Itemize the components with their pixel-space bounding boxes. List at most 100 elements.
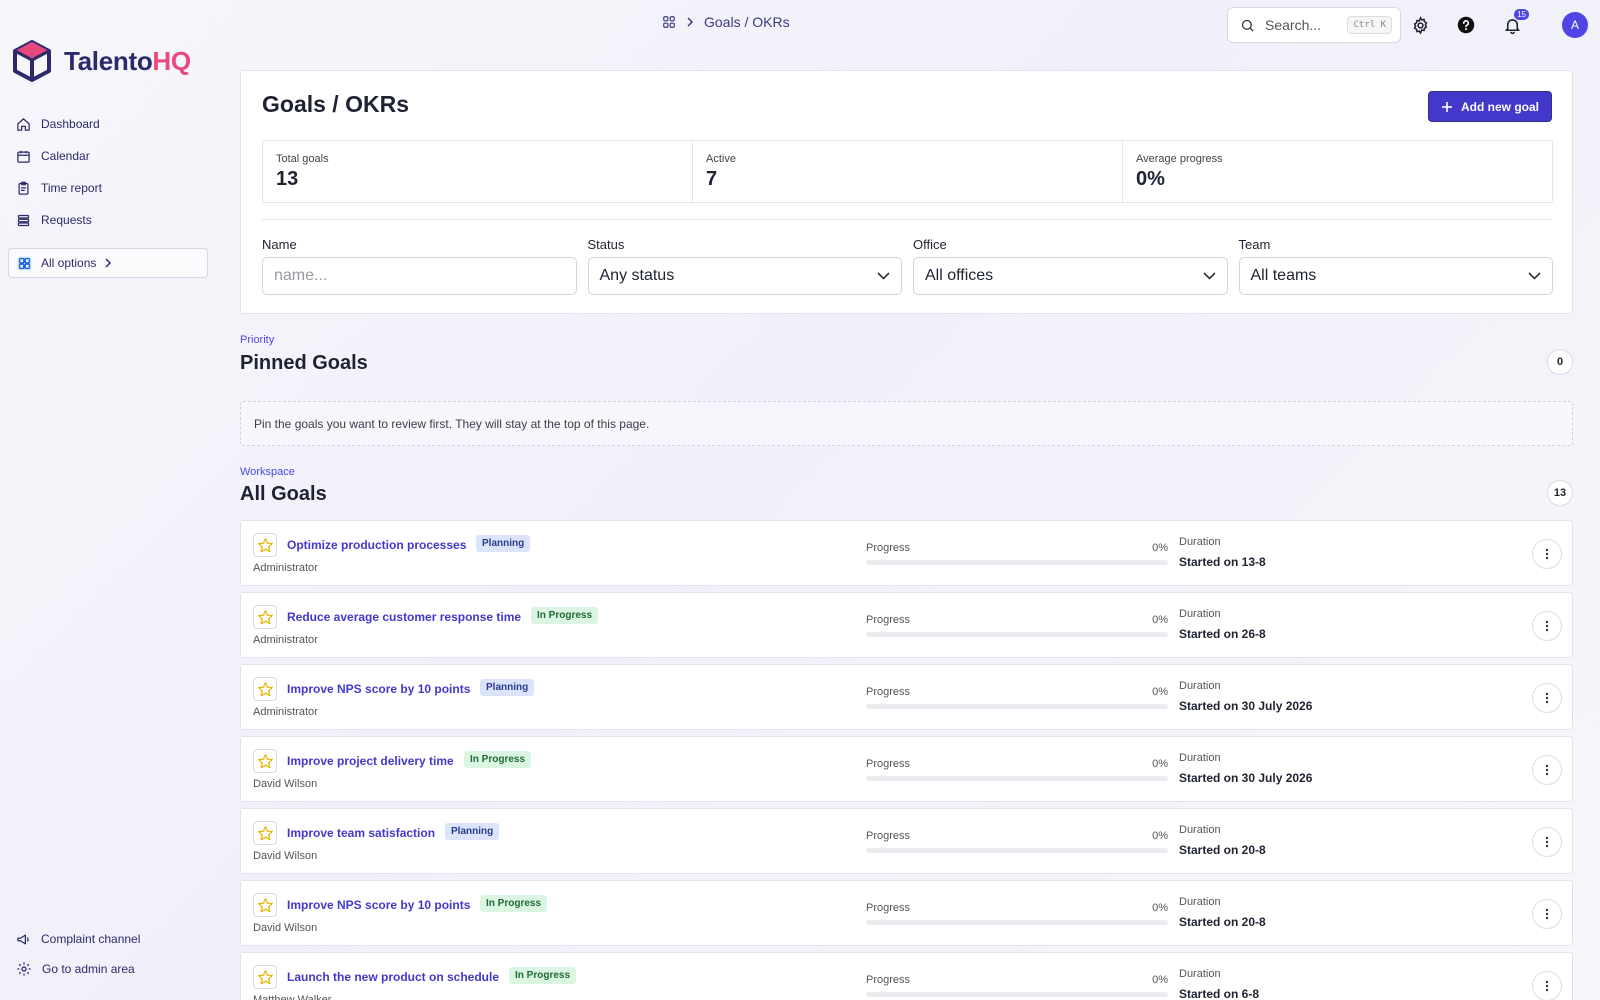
goal-row[interactable]: Improve NPS score by 10 points Planning Ad… xyxy=(240,664,1573,730)
goal-menu-button[interactable] xyxy=(1532,683,1562,713)
star-icon xyxy=(257,609,273,624)
pin-goal-button[interactable] xyxy=(253,821,277,845)
goal-name-link[interactable]: Optimize production processes xyxy=(287,538,466,552)
duration-label: Duration xyxy=(1179,536,1221,548)
all-goals-count-badge: 13 xyxy=(1547,480,1573,506)
sidebar-item-time-report[interactable]: Time report xyxy=(8,172,208,204)
add-new-goal-button[interactable]: Add new goal xyxy=(1428,91,1552,122)
pin-goal-button[interactable] xyxy=(253,533,277,557)
team-select[interactable]: All teams xyxy=(1238,257,1553,295)
star-icon xyxy=(257,537,273,552)
divider xyxy=(262,219,1553,220)
search-input[interactable]: Search... Ctrl K xyxy=(1227,7,1401,43)
goal-name-link[interactable]: Improve project delivery time xyxy=(287,754,454,768)
goal-row[interactable]: Launch the new product on schedule In Pro… xyxy=(240,952,1573,1000)
search-icon xyxy=(1241,19,1254,32)
duration-label: Duration xyxy=(1179,896,1221,908)
progress-bar xyxy=(866,992,1168,997)
duration-value: Started on 13-8 xyxy=(1179,555,1266,569)
goal-menu-button[interactable] xyxy=(1532,539,1562,569)
help-button[interactable] xyxy=(1453,12,1479,38)
admin-area-link[interactable]: Go to admin area xyxy=(8,954,208,984)
plus-icon xyxy=(1442,101,1452,112)
more-vertical-icon xyxy=(1545,836,1549,848)
avatar[interactable]: A xyxy=(1562,12,1588,38)
pin-goal-button[interactable] xyxy=(253,893,277,917)
calendar-icon xyxy=(17,150,30,163)
goal-menu-button[interactable] xyxy=(1532,899,1562,929)
goal-menu-button[interactable] xyxy=(1532,755,1562,785)
goal-menu-button[interactable] xyxy=(1532,971,1562,1000)
status-select-value: Any status xyxy=(599,267,675,284)
goal-row[interactable]: Optimize production processes Planning Adm… xyxy=(240,520,1573,586)
progress-bar xyxy=(866,632,1168,637)
goal-row[interactable]: Improve project delivery time In Progress… xyxy=(240,736,1573,802)
sidebar-item-requests[interactable]: Requests xyxy=(8,204,208,236)
status-filter: Status Any status xyxy=(587,237,902,295)
goal-name-link[interactable]: Reduce average customer response time xyxy=(287,610,521,624)
status-select[interactable]: Any status xyxy=(587,257,902,295)
chevron-right-icon xyxy=(687,17,694,27)
pin-goal-button[interactable] xyxy=(253,677,277,701)
goal-menu-button[interactable] xyxy=(1532,611,1562,641)
sidebar-item-calendar[interactable]: Calendar xyxy=(8,140,208,172)
status-badge: In Progress xyxy=(480,895,548,912)
progress-percent: 0% xyxy=(1152,758,1168,770)
complaint-channel-link[interactable]: Complaint channel xyxy=(8,924,208,954)
stat-active: Active 7 xyxy=(693,141,1123,202)
goal-row[interactable]: Improve NPS score by 10 points In Progres… xyxy=(240,880,1573,946)
goal-owner: Matthew Walker xyxy=(253,994,332,1000)
breadcrumb-current[interactable]: Goals / OKRs xyxy=(704,14,790,30)
notifications-button[interactable]: 15 xyxy=(1499,9,1529,38)
pinned-goals-title: Pinned Goals xyxy=(240,352,368,374)
goal-name-link[interactable]: Improve NPS score by 10 points xyxy=(287,898,470,912)
stat-label: Active xyxy=(706,153,736,165)
pin-goal-button[interactable] xyxy=(253,605,277,629)
goal-name-link[interactable]: Launch the new product on schedule xyxy=(287,970,499,984)
star-icon xyxy=(257,681,273,696)
sidebar-item-label: Dashboard xyxy=(41,117,100,131)
stat-label: Total goals xyxy=(276,153,329,165)
all-goals-eyebrow: Workspace xyxy=(240,466,295,478)
status-badge: In Progress xyxy=(531,607,599,624)
progress-label: Progress xyxy=(866,614,911,626)
pin-goal-button[interactable] xyxy=(253,965,277,989)
brand-logo[interactable]: TalentoHQ xyxy=(12,40,191,82)
progress-label: Progress xyxy=(866,758,911,770)
gear-icon xyxy=(1413,15,1427,35)
search-placeholder: Search... xyxy=(1265,17,1322,33)
settings-button[interactable] xyxy=(1407,12,1433,38)
goal-owner: Administrator xyxy=(253,634,318,646)
goal-menu-button[interactable] xyxy=(1532,827,1562,857)
star-icon xyxy=(257,969,273,984)
duration-value: Started on 30 July 2026 xyxy=(1179,771,1313,785)
megaphone-icon xyxy=(17,934,29,944)
team-select-value: All teams xyxy=(1250,267,1317,284)
apps-grid-icon[interactable] xyxy=(662,15,676,29)
goal-row[interactable]: Improve team satisfaction Planning David W… xyxy=(240,808,1573,874)
duration-value: Started on 20-8 xyxy=(1179,843,1266,857)
progress-percent: 0% xyxy=(1152,902,1168,914)
star-icon xyxy=(257,825,273,840)
duration-label: Duration xyxy=(1179,608,1221,620)
sidebar-item-label: Time report xyxy=(41,181,102,195)
all-options-button[interactable]: All options xyxy=(8,248,208,278)
goal-name-link[interactable]: Improve NPS score by 10 points xyxy=(287,682,470,696)
sidebar-item-dashboard[interactable]: Dashboard xyxy=(8,108,208,140)
goal-owner: Administrator xyxy=(253,706,318,718)
goal-row[interactable]: Reduce average customer response time In … xyxy=(240,592,1573,658)
more-vertical-icon xyxy=(1545,548,1549,560)
complaint-channel-label: Complaint channel xyxy=(41,932,141,946)
clipboard-icon xyxy=(18,181,29,195)
add-new-goal-label: Add new goal xyxy=(1461,99,1539,114)
office-select[interactable]: All offices xyxy=(913,257,1228,295)
pinned-eyebrow: Priority xyxy=(240,334,275,346)
pin-goal-button[interactable] xyxy=(253,749,277,773)
progress-percent: 0% xyxy=(1152,830,1168,842)
top-bar: Goals / OKRs Search... Ctrl K 15 A xyxy=(215,0,1600,48)
home-icon xyxy=(17,117,30,131)
goal-name-link[interactable]: Improve team satisfaction xyxy=(287,826,435,840)
name-filter-input[interactable]: name... xyxy=(262,257,577,295)
goal-owner: David Wilson xyxy=(253,850,318,862)
duration-value: Started on 30 July 2026 xyxy=(1179,699,1313,713)
